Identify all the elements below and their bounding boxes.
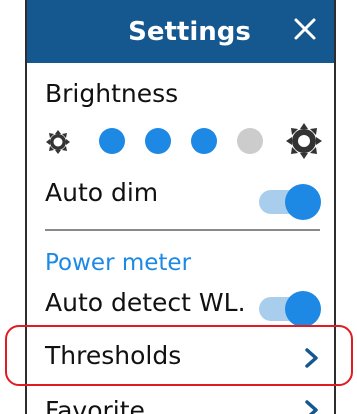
divider: [45, 229, 320, 231]
toggle-knob: [285, 291, 321, 327]
brightness-slider[interactable]: [45, 120, 323, 162]
brightness-dot-3[interactable]: [191, 128, 217, 154]
brightness-dot-4[interactable]: [237, 128, 263, 154]
chevron-right-icon[interactable]: [304, 400, 320, 414]
favorite-item[interactable]: Favorite: [45, 396, 145, 414]
auto-detect-wl-label: Auto detect WL.: [45, 288, 246, 317]
brightness-low-icon: [46, 130, 70, 154]
brightness-high-icon: [286, 123, 322, 159]
brightness-dot-2[interactable]: [145, 128, 171, 154]
close-button[interactable]: [290, 14, 320, 44]
power-meter-section-title: Power meter: [45, 250, 192, 276]
page-title: Settings: [128, 17, 251, 47]
auto-detect-wl-toggle[interactable]: [259, 291, 321, 327]
auto-dim-toggle[interactable]: [259, 184, 321, 220]
close-icon: [294, 18, 316, 40]
toggle-knob: [285, 184, 321, 220]
brightness-label: Brightness: [45, 79, 179, 108]
settings-header: Settings: [27, 0, 334, 63]
brightness-dot-1[interactable]: [99, 128, 125, 154]
auto-dim-label: Auto dim: [45, 178, 159, 207]
thresholds-highlight: [5, 325, 353, 386]
